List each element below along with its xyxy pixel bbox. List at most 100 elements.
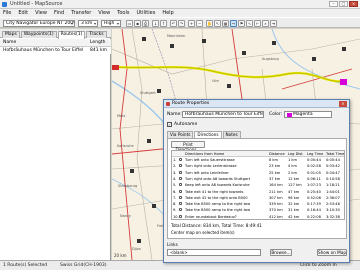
direction-step-number: 9. — [173, 208, 177, 213]
col-directions[interactable]: Directions from Home — [185, 152, 224, 156]
route-name: Hofbräuhaus München to Tour Eiffel — [3, 48, 84, 53]
direction-leg-time: 0:52:06 — [307, 195, 321, 200]
show-on-map-button[interactable]: Show on Map — [317, 249, 347, 256]
map-product-select[interactable]: City Navigator Europe NT 2009 — [3, 20, 75, 27]
route-end-flag[interactable] — [340, 79, 347, 85]
town-label: Metz — [117, 114, 126, 118]
menu-find[interactable]: Find — [54, 9, 64, 17]
town-label: Mannheim — [167, 34, 186, 38]
direction-distance: 37 km — [269, 176, 281, 181]
open-icon[interactable]: ▭ — [126, 20, 133, 27]
col-leg-dist[interactable]: Leg Dist — [288, 152, 303, 156]
direction-step-number: 10. — [173, 214, 179, 219]
print-directions-button[interactable]: Print Directions... — [171, 141, 205, 152]
tab-via-points[interactable]: Via Points — [167, 131, 194, 138]
direction-leg-dist: 32 km — [288, 202, 300, 207]
column-name[interactable]: Name — [3, 40, 16, 45]
direction-row[interactable]: 1. Turn left onto Sauersttrasse 8 km 1 km 0:… — [172, 157, 344, 163]
center-map-label: Center map on selected item(s) — [171, 230, 235, 235]
col-total-time[interactable]: Total Time — [326, 152, 344, 156]
maximize-button[interactable]: □ — [339, 1, 348, 7]
direction-row[interactable]: 3. Turn left onto Leinfellner 25 km 2 km 0:0… — [172, 170, 344, 176]
autoname-checkbox[interactable]: ✓ — [167, 122, 172, 127]
direction-row[interactable]: 8. Take the B500 ramp to the right tow 339… — [172, 201, 344, 207]
detail-select[interactable]: High — [101, 20, 121, 27]
direction-row[interactable]: 6. Take exit 41 to the right towards 211 k… — [172, 189, 344, 195]
zoom-out-icon[interactable]: − — [196, 20, 203, 27]
directions-table: Directions from Home Distance Leg Dist L… — [171, 150, 345, 220]
tab-directions[interactable]: Directions — [194, 131, 222, 138]
menu-edit[interactable]: Edit — [18, 9, 28, 17]
route-row[interactable]: Hofbräuhaus München to Tour Eiffel 841 k… — [0, 47, 111, 54]
route-line[interactable] — [116, 65, 345, 83]
track-tool-icon[interactable]: ∿ — [246, 20, 253, 27]
hand-tool-icon[interactable]: ✋ — [206, 20, 213, 27]
turn-icon — [179, 183, 182, 187]
save-icon[interactable]: ▪ — [134, 20, 141, 27]
redo-icon[interactable]: ↷ — [178, 20, 185, 27]
route-name-field[interactable]: Hofbräuhaus München to Tour Eiffel — [182, 111, 264, 118]
direction-text: Take the B500 ramp to the right tow — [185, 208, 251, 213]
dialog-close-button[interactable]: × — [339, 101, 347, 107]
route-start-flag[interactable] — [112, 65, 119, 70]
undo-icon[interactable]: ↶ — [170, 20, 177, 27]
col-leg-time[interactable]: Leg Time — [307, 152, 323, 156]
title-bar: Untitled - MapSource – □ × — [0, 0, 360, 9]
links-field[interactable]: <blank> — [167, 249, 261, 256]
menu-bar: File Edit View Find Transfer View Tools … — [0, 9, 360, 17]
menu-utilities[interactable]: Utilities — [137, 9, 156, 17]
minimize-button[interactable]: – — [329, 1, 338, 7]
tab-tracks[interactable]: Tracks — [86, 31, 107, 38]
browse-button[interactable]: Browse... — [270, 249, 292, 256]
list-header: Name Length — [0, 39, 111, 47]
direction-total-time: 0:10:58 — [326, 176, 340, 181]
map-tool-icon[interactable]: ▦ — [222, 20, 229, 27]
receive-icon[interactable]: ↓ — [152, 20, 159, 27]
menu-tools[interactable]: Tools — [117, 9, 129, 17]
print-icon[interactable]: ⎙ — [142, 20, 149, 27]
turn-icon — [179, 208, 182, 212]
direction-distance: 307 km — [269, 195, 283, 200]
menu-view[interactable]: View — [35, 9, 47, 17]
direction-leg-dist: 4 km — [288, 164, 298, 169]
direction-row[interactable]: 10. Enter roundabout Bordeaux? 412 km 42 km… — [172, 214, 344, 219]
turn-icon — [179, 176, 182, 180]
direction-leg-time: 0:17:39 — [307, 202, 321, 207]
waypoint-tool-icon[interactable]: ⚑ — [238, 20, 245, 27]
tab-routes[interactable]: Routes(1) — [57, 31, 86, 39]
tab-maps[interactable]: Maps — [2, 31, 20, 38]
turn-icon — [179, 164, 182, 168]
menu-transfer[interactable]: Transfer — [71, 9, 91, 17]
col-distance[interactable]: Distance — [269, 152, 285, 156]
direction-row[interactable]: 2. Turn right onto Lerlenstrasse 23 km 4 km… — [172, 163, 344, 169]
turn-icon — [179, 189, 182, 193]
menu-view-2[interactable]: View — [98, 9, 110, 17]
direction-text: Take exit 42 to the right onto B500 — [185, 195, 248, 200]
find-icon[interactable]: ⌕ — [262, 20, 269, 27]
directions-icon[interactable]: ➔ — [270, 20, 277, 27]
color-select[interactable]: Magenta — [284, 111, 332, 118]
menu-help[interactable]: Help — [162, 9, 173, 17]
direction-row[interactable]: 9. Take the B500 ramp to the right tow 370… — [172, 207, 344, 213]
send-icon[interactable]: ↑ — [160, 20, 167, 27]
tab-waypoints[interactable]: Waypoints(1) — [20, 31, 57, 38]
zoom-in-icon[interactable]: + — [188, 20, 195, 27]
direction-text: Take the B500 ramp to the right tow — [185, 202, 251, 207]
direction-row[interactable]: 7. Take exit 42 to the right onto B500 307… — [172, 195, 344, 201]
measure-tool-icon[interactable]: ⊢ — [254, 20, 261, 27]
town-label: Karlsruhe — [117, 144, 134, 148]
direction-row[interactable]: 5. Keep left onto A8 towards Karlsruhe 164… — [172, 182, 344, 188]
color-label: Color: — [269, 112, 283, 117]
direction-step-number: 7. — [173, 195, 177, 200]
zoom-select[interactable]: 3 km — [78, 20, 98, 27]
direction-leg-dist: 127 km — [288, 183, 302, 188]
close-button[interactable]: × — [349, 1, 358, 7]
direction-text: Turn left onto Leinfellner — [185, 170, 229, 175]
selection-tool-icon[interactable]: ↖ — [214, 20, 221, 27]
direction-row[interactable]: 4. Turn right onto A8 towards Stuttgart 37… — [172, 176, 344, 182]
tab-notes[interactable]: Notes — [222, 131, 241, 138]
column-length[interactable]: Length — [90, 40, 106, 45]
direction-total-time: 1:44:01 — [326, 189, 340, 194]
menu-file[interactable]: File — [3, 9, 11, 17]
route-tool-icon[interactable]: ⤳ — [230, 20, 237, 27]
